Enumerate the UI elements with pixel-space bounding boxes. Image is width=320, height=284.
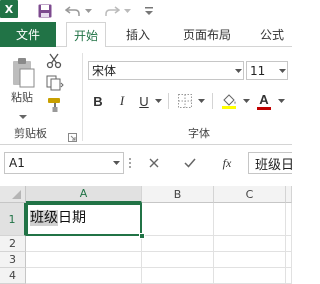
quick-access-toolbar: X [0, 0, 292, 22]
font-name-dropdown-icon[interactable] [232, 62, 244, 79]
paste-dropdown-icon[interactable] [19, 105, 27, 119]
cell-d1[interactable] [286, 203, 292, 236]
cell-a1[interactable]: 班级日期 [26, 203, 142, 236]
tab-page-layout[interactable]: 页面布局 [172, 22, 242, 47]
cell-d3[interactable] [286, 252, 292, 268]
italic-button[interactable]: I [114, 91, 130, 111]
cell-b2[interactable] [142, 236, 214, 252]
ribbon-tabs: 文件 开始 插入 页面布局 公式 [0, 22, 292, 48]
excel-logo-icon: X [0, 0, 18, 18]
font-color-dropdown-icon[interactable] [276, 91, 286, 111]
font-group-label: 字体 [188, 127, 210, 140]
formula-bar-grip-icon[interactable] [127, 155, 133, 171]
select-all-triangle-icon [12, 190, 21, 199]
row-header-2[interactable]: 2 [0, 236, 26, 252]
undo-dropdown-icon[interactable] [83, 2, 93, 20]
borders-icon[interactable] [176, 91, 194, 111]
clipboard-group-label: 剪贴板 [14, 127, 47, 140]
cell-a2[interactable] [26, 236, 142, 252]
enter-check-icon[interactable] [182, 154, 198, 172]
cell-c4[interactable] [214, 268, 286, 284]
cell-d2[interactable] [286, 236, 292, 252]
cell-a3[interactable] [26, 252, 142, 268]
tab-insert[interactable]: 插入 [116, 22, 160, 47]
cell-a4[interactable] [26, 268, 142, 284]
cell-b1[interactable] [142, 203, 214, 236]
row-header-4[interactable]: 4 [0, 268, 26, 284]
format-painter-icon[interactable] [46, 97, 64, 113]
row-header-3[interactable]: 3 [0, 252, 26, 268]
row-header-1[interactable]: 1 [0, 203, 26, 236]
paste-icon[interactable] [10, 57, 36, 89]
cut-icon[interactable] [46, 53, 62, 69]
insert-function-button[interactable]: fx [218, 154, 236, 172]
tab-file[interactable]: 文件 [0, 22, 56, 47]
column-header-a[interactable]: A [26, 186, 142, 203]
cell-c2[interactable] [214, 236, 286, 252]
tab-formulas[interactable]: 公式 [252, 22, 292, 47]
ribbon-home: 粘贴 剪贴板 宋体 11 B I U A 字体 [0, 47, 292, 145]
font-color-swatch [257, 107, 271, 110]
tab-home[interactable]: 开始 [66, 22, 106, 48]
cell-d4[interactable] [286, 268, 292, 284]
paste-button-label[interactable]: 粘贴 [11, 89, 33, 105]
formula-input[interactable]: 班级日期 [248, 152, 292, 174]
redo-dropdown-icon[interactable] [122, 2, 132, 20]
name-box-dropdown-icon[interactable] [110, 153, 122, 173]
cell-a1-text: 日期 [58, 210, 86, 226]
divider [212, 93, 213, 109]
underline-button[interactable]: U [136, 91, 152, 111]
divider [168, 93, 169, 109]
cell-c3[interactable] [214, 252, 286, 268]
name-box[interactable]: A1 [4, 152, 124, 174]
borders-dropdown-icon[interactable] [196, 91, 206, 111]
redo-icon[interactable] [103, 2, 121, 20]
clipboard-dialog-launcher-icon[interactable] [68, 127, 77, 142]
bold-button[interactable]: B [90, 91, 106, 111]
cell-c1[interactable] [214, 203, 286, 236]
cancel-icon[interactable] [146, 154, 162, 172]
copy-icon[interactable] [46, 75, 64, 91]
group-divider [82, 53, 83, 141]
save-icon[interactable] [37, 2, 53, 20]
column-header-c[interactable]: C [214, 186, 286, 203]
fill-color-icon[interactable] [220, 91, 240, 111]
column-header-b[interactable]: B [142, 186, 214, 203]
cell-b3[interactable] [142, 252, 214, 268]
font-color-letter: A [259, 92, 269, 107]
customize-qat-icon[interactable] [142, 2, 156, 20]
fill-handle[interactable] [139, 233, 145, 239]
font-color-icon[interactable]: A [255, 91, 273, 111]
font-size-dropdown-icon[interactable] [276, 62, 288, 79]
fill-color-dropdown-icon[interactable] [241, 91, 251, 111]
undo-icon[interactable] [64, 2, 82, 20]
cell-b4[interactable] [142, 268, 214, 284]
font-name-combobox[interactable]: 宋体 [88, 61, 244, 80]
column-header-d[interactable] [286, 186, 292, 203]
underline-dropdown-icon[interactable] [153, 91, 163, 111]
cell-a1-selected-text: 班级 [30, 210, 58, 226]
